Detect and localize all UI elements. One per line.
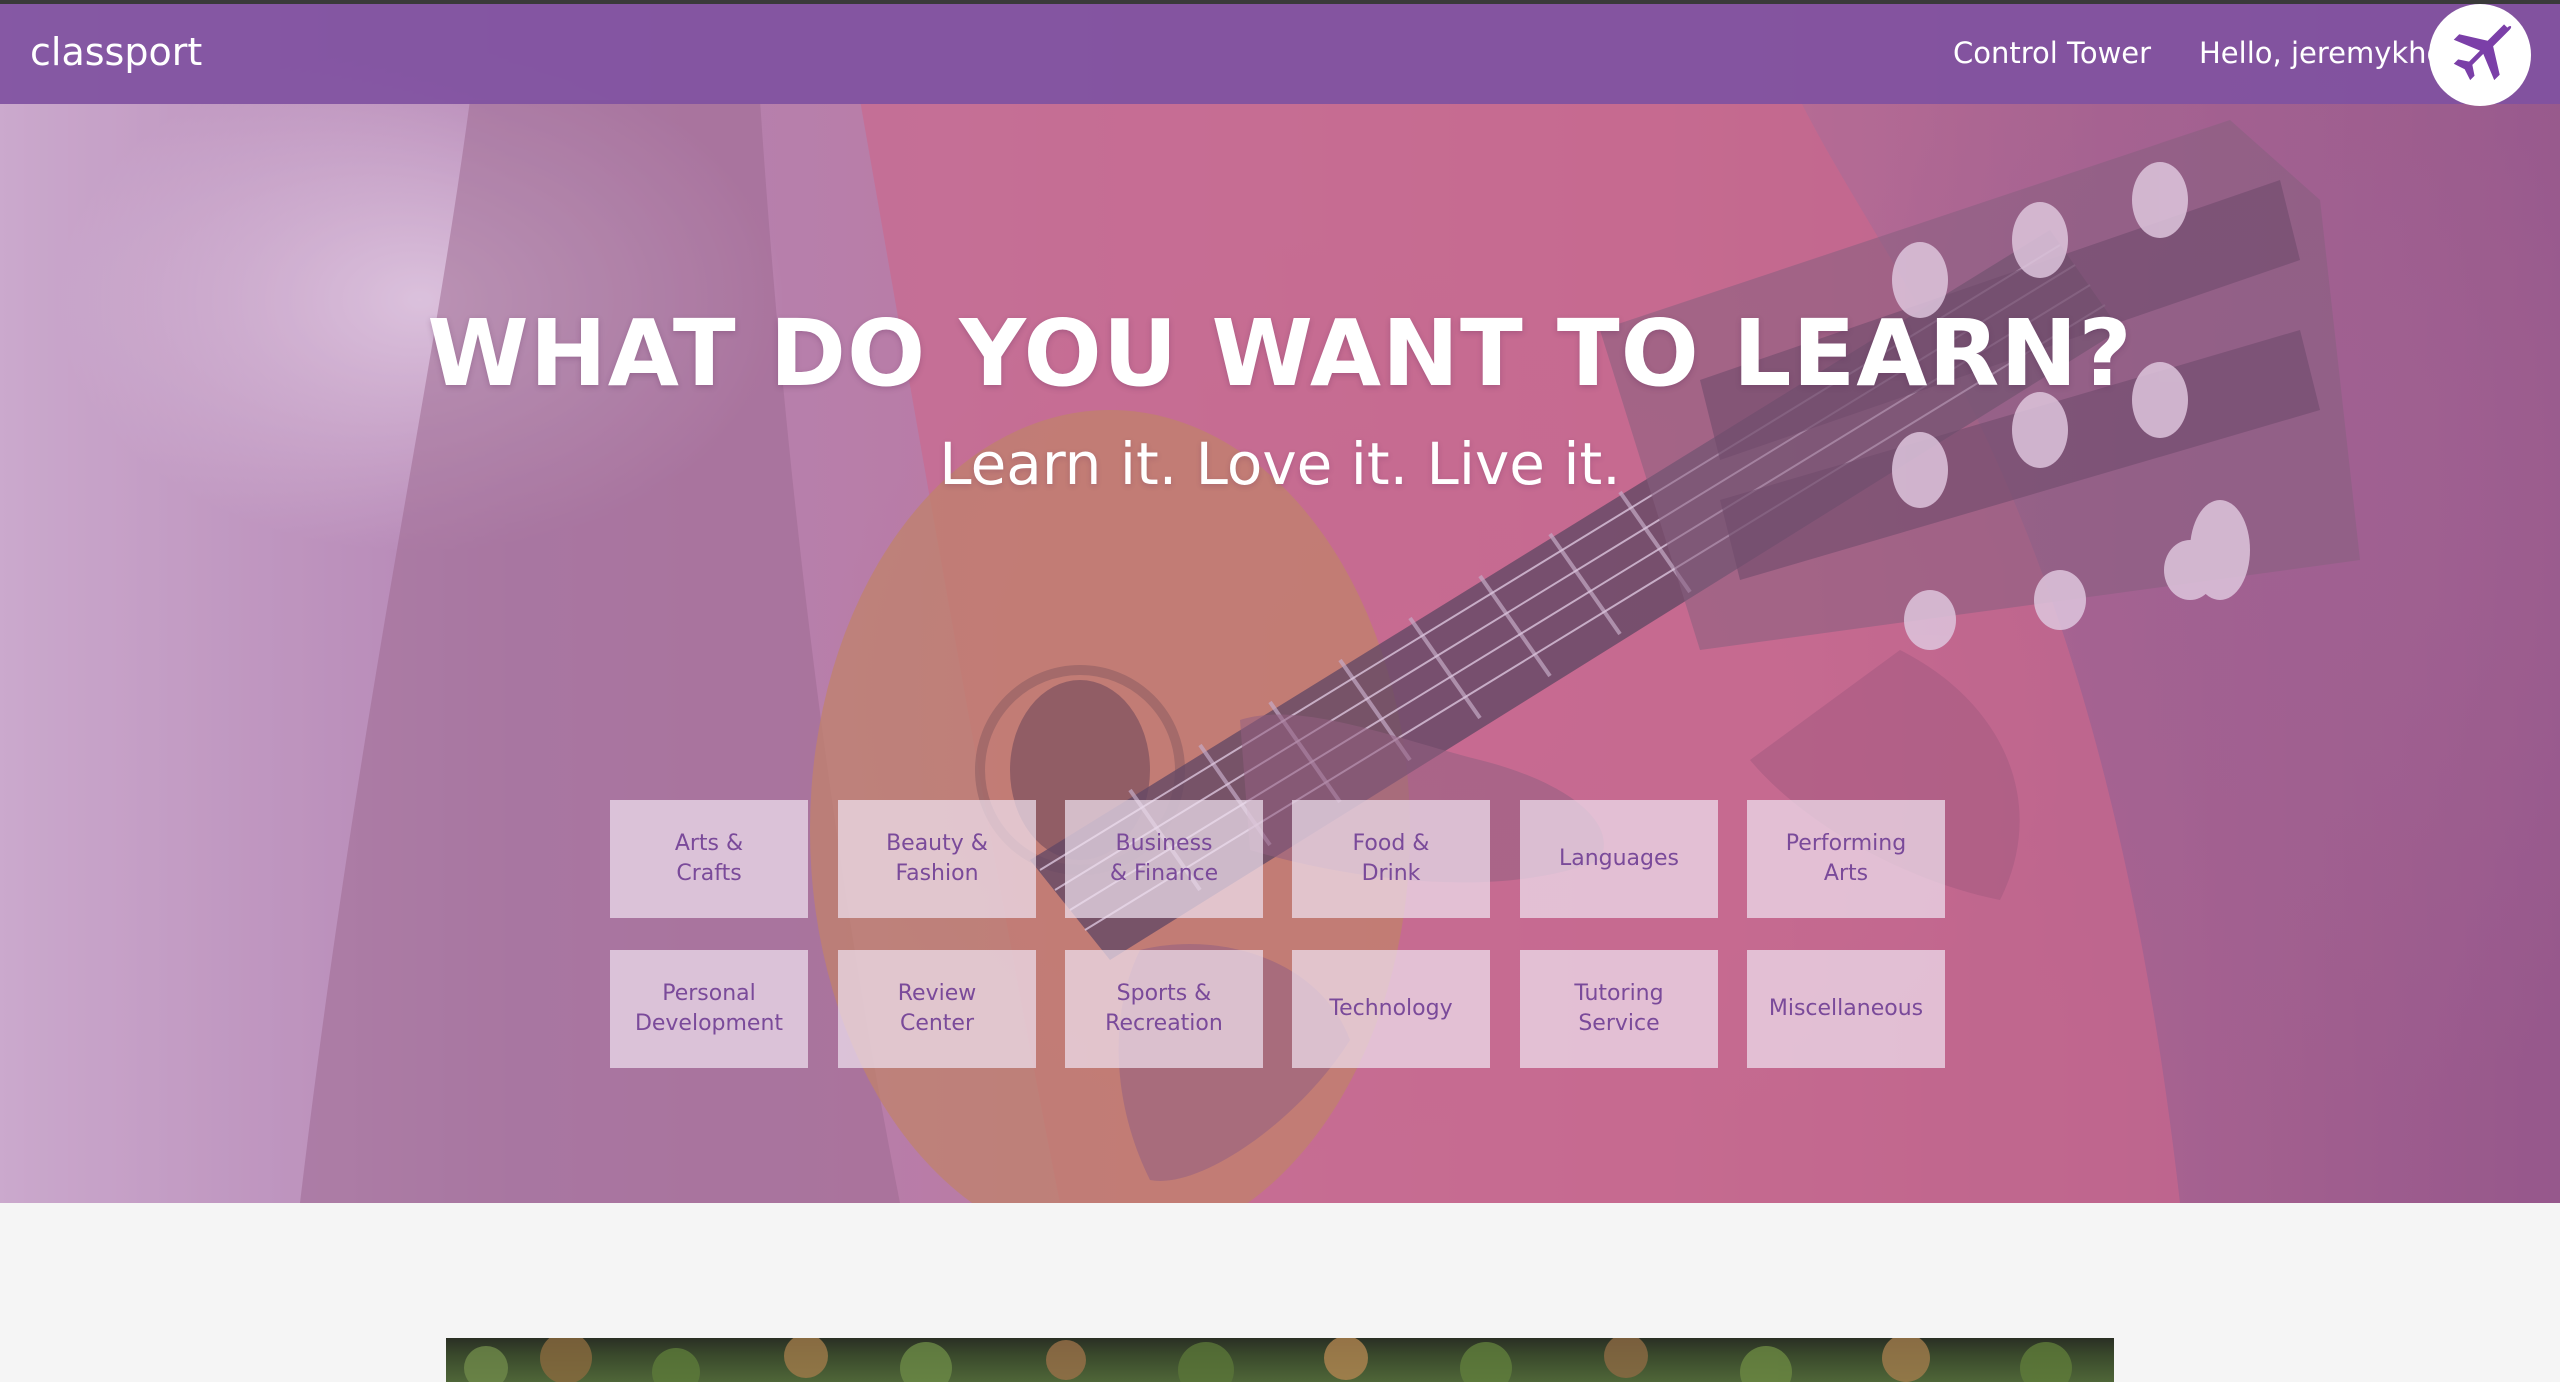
category-performing-arts[interactable]: Performing Arts xyxy=(1747,800,1945,918)
category-business-finance[interactable]: Business & Finance xyxy=(1065,800,1263,918)
avatar[interactable] xyxy=(2429,4,2531,106)
airplane-icon xyxy=(2453,24,2512,81)
hero-headline: WHAT DO YOU WANT TO LEARN? xyxy=(427,300,2133,407)
category-food-drink[interactable]: Food & Drink xyxy=(1292,800,1490,918)
category-personal-development[interactable]: Personal Development xyxy=(610,950,808,1068)
category-review-center[interactable]: Review Center xyxy=(838,950,1036,1068)
user-greeting-link[interactable]: Hello, jeremykho xyxy=(2199,36,2444,70)
top-border xyxy=(0,0,2560,4)
category-grid: Arts & Crafts Beauty & Fashion Business … xyxy=(610,800,1946,1070)
foliage-image xyxy=(464,1338,2072,1382)
category-technology[interactable]: Technology xyxy=(1292,950,1490,1068)
featured-image xyxy=(446,1338,2114,1382)
category-arts-crafts[interactable]: Arts & Crafts xyxy=(610,800,808,918)
category-sports-recreation[interactable]: Sports & Recreation xyxy=(1065,950,1263,1068)
control-tower-link[interactable]: Control Tower xyxy=(1953,36,2151,70)
top-navbar: classport Control Tower Hello, jeremykho xyxy=(0,4,2560,106)
category-miscellaneous[interactable]: Miscellaneous xyxy=(1747,950,1945,1068)
brand-logo-link[interactable]: classport xyxy=(30,30,202,74)
hero-subhead: Learn it. Love it. Live it. xyxy=(939,430,1621,498)
category-tutoring-service[interactable]: Tutoring Service xyxy=(1520,950,1718,1068)
category-languages[interactable]: Languages xyxy=(1520,800,1718,918)
category-beauty-fashion[interactable]: Beauty & Fashion xyxy=(838,800,1036,918)
